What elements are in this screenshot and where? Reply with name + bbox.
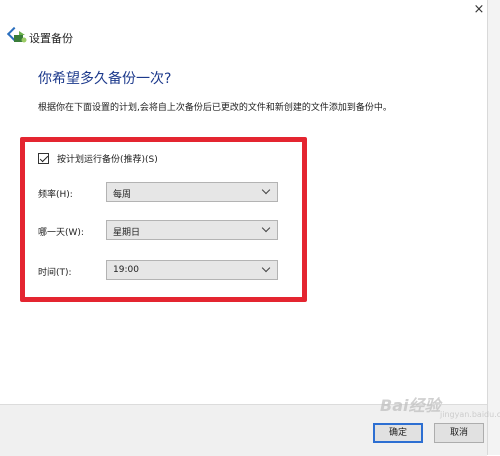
chevron-down-icon — [261, 223, 271, 233]
page-description: 根据你在下面设置的计划,会将自上次备份后已更改的文件和新创建的文件添加到备份中。 — [38, 103, 392, 113]
time-label: 时间(T): — [38, 268, 72, 278]
day-label: 哪一天(W): — [38, 228, 84, 238]
frequency-value: 每周 — [113, 190, 132, 200]
cancel-button[interactable]: 取消 — [434, 423, 484, 443]
check-mark-icon — [39, 153, 49, 163]
window-title: 设置备份 — [29, 32, 73, 45]
close-button[interactable]: × — [472, 2, 486, 18]
backup-app-icon — [14, 31, 27, 43]
chevron-down-icon — [261, 263, 271, 273]
right-edge-strip — [487, 0, 500, 455]
chevron-down-icon — [261, 185, 271, 195]
page-heading: 你希望多久备份一次? — [38, 71, 172, 87]
time-select[interactable]: 19:00 — [106, 260, 278, 280]
day-value: 星期日 — [113, 228, 141, 238]
schedule-checkbox[interactable] — [38, 153, 49, 164]
ok-button[interactable]: 确定 — [373, 423, 423, 443]
watermark-logo: Bai经验 — [380, 396, 441, 415]
frequency-label: 频率(H): — [38, 190, 73, 200]
watermark-url: jingyan.baidu.com — [440, 410, 500, 419]
time-value: 19:00 — [113, 265, 139, 275]
schedule-checkbox-row[interactable]: 按计划运行备份(推荐)(S) — [38, 152, 158, 165]
frequency-select[interactable]: 每周 — [106, 182, 278, 202]
schedule-checkbox-label: 按计划运行备份(推荐)(S) — [57, 155, 158, 165]
day-select[interactable]: 星期日 — [106, 220, 278, 240]
